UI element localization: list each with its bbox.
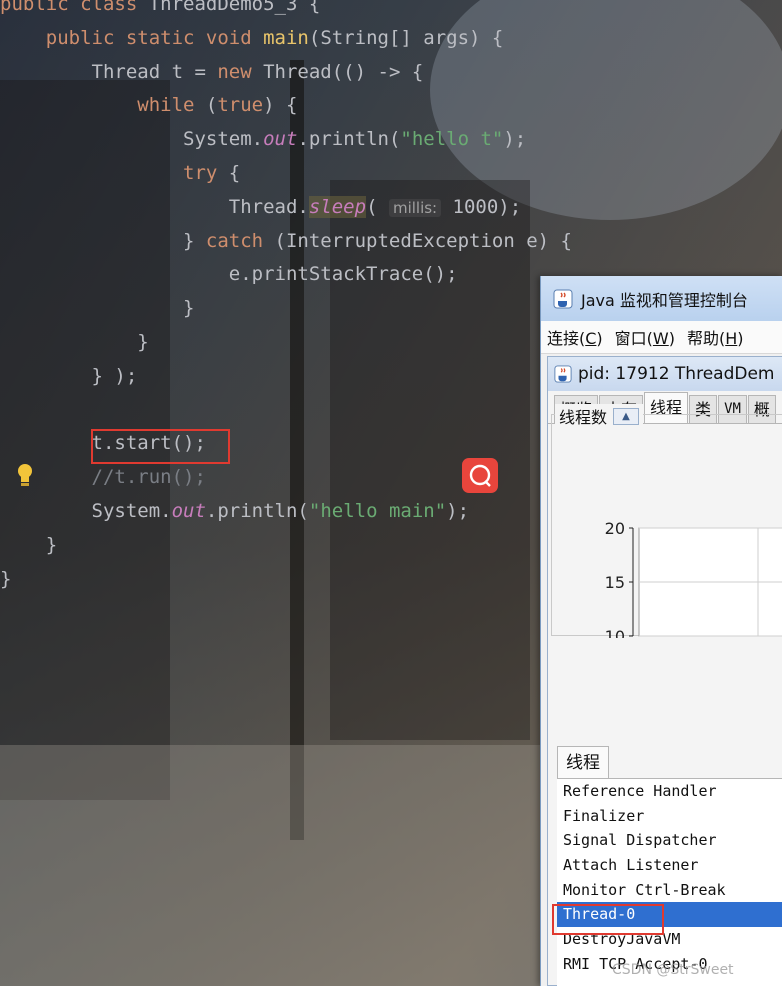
- code-token: e.printStackTrace();: [0, 263, 458, 286]
- window-titlebar[interactable]: Java 监视和管理控制台: [541, 276, 782, 321]
- code-token: 1000);: [441, 195, 522, 218]
- code-token: public class: [0, 0, 149, 15]
- menu-item-text: ): [668, 329, 675, 348]
- code-line[interactable]: }: [0, 530, 57, 560]
- code-token: );: [503, 128, 527, 151]
- code-line[interactable]: System.out.println("hello t");: [0, 124, 526, 154]
- menu-item[interactable]: 窗口(W): [615, 325, 675, 349]
- chart-legend: 线程数 ▲: [555, 404, 644, 428]
- code-token: }: [0, 229, 206, 252]
- code-token: millis:: [388, 198, 442, 217]
- menu-item-text: ): [737, 329, 744, 348]
- thread-list-item[interactable]: Attach Listener: [557, 853, 782, 878]
- code-token: sleep: [308, 195, 367, 218]
- menu-bar: 连接(C) 窗口(W) 帮助(H): [541, 321, 782, 354]
- connection-title: pid: 17912 ThreadDem: [578, 364, 775, 384]
- thread-list-item[interactable]: Signal Dispatcher: [557, 828, 782, 853]
- code-token: main: [263, 26, 309, 49]
- code-token: }: [0, 297, 195, 320]
- java-cup-icon: [554, 365, 572, 383]
- code-token: Thread(() -> {: [263, 60, 424, 83]
- code-token: Thread.: [0, 195, 309, 218]
- threads-list-tab[interactable]: 线程: [557, 746, 609, 779]
- y-tick-label: 10: [605, 627, 625, 638]
- street-background: [0, 745, 540, 986]
- y-tick-label: 20: [605, 519, 625, 538]
- code-token: ) {: [263, 94, 298, 117]
- code-line[interactable]: Thread.sleep( millis: 1000);: [0, 192, 521, 222]
- code-token: out: [263, 128, 298, 151]
- menu-item-text: C: [585, 329, 597, 348]
- menu-item-text: 帮助(: [687, 329, 726, 348]
- connection-titlebar[interactable]: pid: 17912 ThreadDem: [548, 357, 782, 391]
- thread-list-item[interactable]: Finalizer: [557, 804, 782, 829]
- code-token: out: [171, 500, 206, 522]
- code-token: Thread t =: [0, 60, 218, 83]
- code-line[interactable]: } );: [0, 361, 138, 391]
- window-title: Java 监视和管理控制台: [581, 290, 748, 310]
- code-token: try: [0, 162, 229, 184]
- code-token: (: [366, 195, 389, 218]
- y-tick-label: 15: [605, 573, 625, 592]
- code-token: );: [446, 500, 470, 522]
- thread-list-item[interactable]: Monitor Ctrl-Break: [557, 878, 782, 903]
- menu-item-text: 窗口(: [614, 329, 653, 348]
- code-token: catch: [205, 229, 275, 252]
- menu-item[interactable]: 帮助(H): [687, 325, 744, 349]
- thread-list-item[interactable]: Reference Handler: [557, 779, 782, 804]
- code-line[interactable]: e.printStackTrace();: [0, 259, 458, 289]
- code-line[interactable]: public static void main(String[] args) {: [0, 23, 504, 53]
- code-line[interactable]: Thread t = new Thread(() -> {: [0, 57, 424, 87]
- collapse-chevron-icon[interactable]: ▲: [613, 407, 640, 425]
- code-line[interactable]: while (true) {: [0, 90, 297, 120]
- code-token: System.: [0, 500, 172, 522]
- code-line[interactable]: }: [0, 327, 149, 357]
- code-token: {: [228, 162, 241, 184]
- menu-item[interactable]: 连接(C): [547, 325, 603, 349]
- code-token: }: [0, 331, 149, 353]
- code-token: public static void: [0, 26, 264, 49]
- search-icon[interactable]: [462, 458, 498, 493]
- code-line[interactable]: }: [0, 293, 194, 323]
- menu-item-text: W: [652, 329, 669, 348]
- code-token: (String[] args) {: [308, 26, 504, 49]
- jconsole-window[interactable]: Java 监视和管理控制台 连接(C) 窗口(W) 帮助(H) pid: 17912…: [540, 276, 782, 986]
- code-token: }: [0, 567, 12, 590]
- utility-pole-background: [290, 60, 304, 840]
- thread-list[interactable]: Reference Handler Finalizer Signal Dispatc…: [557, 778, 782, 986]
- thread-0-highlight-box: [552, 904, 664, 935]
- start-call-highlight-box: [91, 429, 230, 464]
- chart-legend-label: 线程数: [559, 408, 608, 427]
- code-line[interactable]: } catch (InterruptedException e) {: [0, 226, 572, 256]
- code-token: (: [205, 94, 218, 117]
- code-line[interactable]: public class ThreadDemo5_3 {: [0, 0, 320, 19]
- code-token: .println(: [205, 500, 309, 522]
- watermark: CSDN @StrSweet: [612, 962, 734, 978]
- code-token: System.: [0, 128, 264, 151]
- thread-count-chart: 10152013 线程数 ▲: [551, 388, 782, 638]
- code-token: .println(: [297, 128, 401, 151]
- threads-panel: 线程 Reference Handler Finalizer Signal Disp…: [557, 746, 782, 986]
- code-token: new: [217, 60, 264, 83]
- code-token: while: [0, 94, 206, 117]
- menu-item-text: ): [596, 329, 603, 348]
- code-token: }: [0, 533, 58, 556]
- code-line[interactable]: System.out.println("hello main");: [0, 496, 470, 526]
- menu-item-text: H: [725, 329, 738, 348]
- code-line[interactable]: try {: [0, 158, 240, 188]
- lightbulb-icon[interactable]: [14, 462, 36, 488]
- java-cup-icon: [553, 289, 573, 308]
- code-token: "hello t": [400, 128, 504, 151]
- code-token: (InterruptedException e) {: [274, 229, 572, 252]
- code-token: ThreadDemo5_3 {: [148, 0, 321, 15]
- code-token: "hello main": [308, 500, 447, 522]
- code-token: } );: [0, 364, 138, 387]
- code-token: true: [217, 94, 264, 117]
- code-line[interactable]: }: [0, 564, 11, 594]
- menu-item-text: 连接(: [547, 329, 586, 348]
